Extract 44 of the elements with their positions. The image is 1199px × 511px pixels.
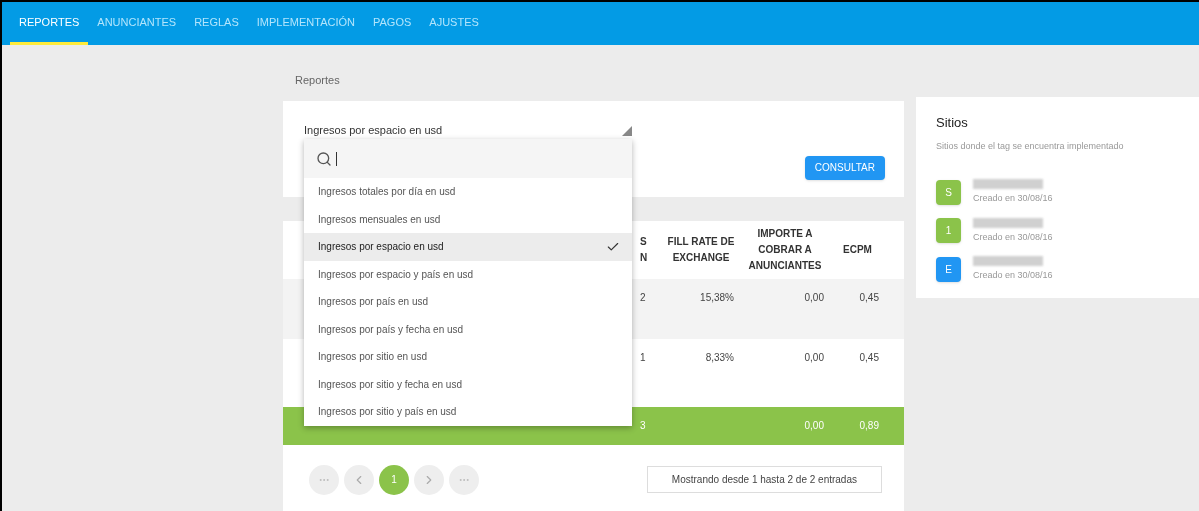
sites-title: Sitios xyxy=(936,114,968,132)
dropdown-option[interactable]: Ingresos mensuales en usd xyxy=(304,205,632,233)
site-avatar: E xyxy=(936,256,961,282)
table-cell-text: 0,45 xyxy=(859,290,880,305)
site-created-date: Creado en 30/08/16 xyxy=(973,269,1053,282)
search-field[interactable] xyxy=(304,139,632,178)
total-cell-text: 3 xyxy=(640,419,646,433)
dropdown-option[interactable]: Ingresos por país y fecha en usd xyxy=(304,315,632,343)
dropdown-option[interactable]: Ingresos totales por día en usd xyxy=(304,178,632,206)
table-cell-text: 0,45 xyxy=(859,350,880,365)
table-cell-text: 8,33% xyxy=(705,350,735,365)
table-cell-text: 15,38% xyxy=(700,290,735,305)
last-page-button[interactable] xyxy=(449,464,479,495)
table-cell-text: 0,00 xyxy=(804,290,825,305)
table-cell-text: 1 xyxy=(640,350,646,365)
sites-subtitle: Sitios donde el tag se encuentra implementado xyxy=(936,139,1124,153)
table-cell-text: 2 xyxy=(640,290,646,305)
site-created-date: Creado en 30/08/16 xyxy=(973,192,1053,205)
dropdown-option[interactable]: Ingresos por sitio y país en usd xyxy=(304,398,632,426)
next-page-button[interactable] xyxy=(414,464,444,495)
site-created-date: Creado en 30/08/16 xyxy=(973,230,1053,244)
column-header: IMPORTE A COBRAR A ANUNCIANTES xyxy=(747,226,823,273)
dropdown-option[interactable]: Ingresos por espacio y país en usd xyxy=(304,260,632,288)
column-header: S N xyxy=(640,234,649,265)
entries-info: Mostrando desde 1 hasta 2 de 2 entradas xyxy=(646,466,882,493)
dropdown-option[interactable]: Ingresos por sitio en usd xyxy=(304,343,632,371)
total-cell-text: 0,00 xyxy=(804,419,825,433)
previous-page-button[interactable] xyxy=(344,464,374,495)
column-header: ECPM xyxy=(842,242,873,257)
dropdown-option[interactable]: Ingresos por espacio en usd xyxy=(304,233,632,261)
site-avatar: 1 xyxy=(936,218,961,244)
dropdown-option[interactable]: Ingresos por sitio y fecha en usd xyxy=(304,370,632,398)
table-cell-text: 0,00 xyxy=(804,350,825,365)
breadcrumb: Reportes xyxy=(295,73,340,88)
search-icon xyxy=(316,150,332,167)
blurred-site-name xyxy=(973,217,1043,228)
blurred-site-name xyxy=(973,256,1043,266)
blurred-site-name xyxy=(973,179,1043,189)
dropdown-caret-icon xyxy=(622,125,632,136)
first-page-button[interactable] xyxy=(309,464,339,495)
dropdown-option[interactable]: Ingresos por país en usd xyxy=(304,288,632,316)
column-header: FILL RATE DE EXCHANGE xyxy=(666,234,736,265)
site-avatar: S xyxy=(936,179,961,205)
total-cell-text: 0,89 xyxy=(859,419,880,433)
